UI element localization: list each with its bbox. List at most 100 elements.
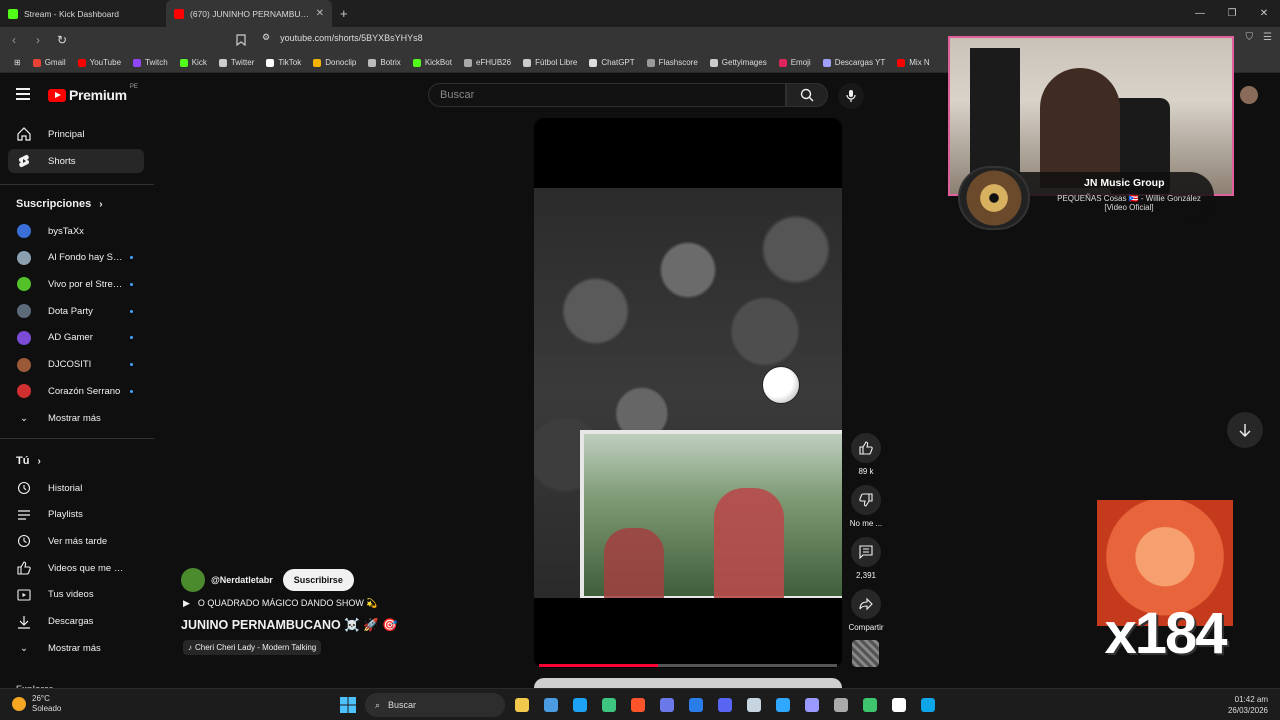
menu-icon[interactable]: ☰ xyxy=(1263,32,1272,43)
system-clock[interactable]: 01:42 am 26/03/2026 xyxy=(1228,694,1268,716)
sidebar-subscription-item[interactable]: Corazón Serrano xyxy=(8,379,144,403)
taskbar-app-icon[interactable] xyxy=(742,693,766,717)
minimize-icon[interactable]: — xyxy=(1184,0,1216,27)
close-tab-icon[interactable]: ✕ xyxy=(316,8,324,19)
weather-widget[interactable]: 26°C Soleado xyxy=(12,694,61,714)
music-chip[interactable]: ♪ Cheri Cheri Lady - Modern Talking xyxy=(183,640,322,655)
bookmark-emoji[interactable]: Emoji xyxy=(773,58,817,67)
channel-name[interactable]: @Nerdatletabr xyxy=(211,575,273,585)
shield-icon[interactable]: ⛉ xyxy=(1246,32,1254,43)
bookmark-kick[interactable]: Kick xyxy=(174,58,213,67)
sidebar-subscription-item[interactable]: AD Gamer xyxy=(8,326,144,350)
taskbar-app-icon[interactable] xyxy=(626,693,650,717)
chevron-right-icon: › xyxy=(99,198,103,210)
bookmark-botrix[interactable]: Botrix xyxy=(362,58,406,67)
site-settings-icon[interactable]: ⚙ xyxy=(262,32,270,43)
description-row[interactable]: ▶ O QUADRADO MÁGICO DANDO SHOW 💫 xyxy=(183,598,378,609)
show-more-subscriptions[interactable]: ⌄ Mostrar más xyxy=(8,406,144,430)
subscriptions-header[interactable]: Suscripciones › xyxy=(16,198,103,210)
taskbar-app-icon[interactable] xyxy=(887,693,911,717)
bookmark-gettyimages[interactable]: Gettyimages xyxy=(704,58,773,67)
search-input[interactable]: Buscar xyxy=(428,83,786,107)
like-button[interactable]: 89 k xyxy=(850,433,882,476)
reload-icon[interactable]: ↻ xyxy=(52,30,72,50)
taskbar-app-icon[interactable] xyxy=(655,693,679,717)
bookmark-label: eFHUB26 xyxy=(475,58,512,67)
you-header[interactable]: Tú › xyxy=(16,455,41,467)
bookmark-favicon-icon xyxy=(218,58,227,67)
short-video-player[interactable] xyxy=(534,118,842,668)
search-button[interactable] xyxy=(786,83,828,107)
comment-count: 2,391 xyxy=(855,571,877,580)
taskbar-app-icon[interactable] xyxy=(916,693,940,717)
sidebar-item-label: bysTaXx xyxy=(48,225,84,237)
new-tab-button[interactable]: + xyxy=(340,6,348,21)
comments-button[interactable]: 2,391 xyxy=(850,537,882,580)
channel-avatar xyxy=(16,303,32,319)
sidebar-subscription-item[interactable]: bysTaXx xyxy=(8,219,144,243)
taskbar-app-icon[interactable] xyxy=(829,693,853,717)
menu-hamburger-icon[interactable] xyxy=(16,88,30,103)
sidebar-item-playlists[interactable]: Playlists xyxy=(8,503,144,527)
channel-avatar[interactable] xyxy=(181,568,205,592)
bookmark-donoclip[interactable]: Donoclip xyxy=(307,58,362,67)
windows-start-icon[interactable] xyxy=(336,693,360,717)
sidebar-item-downloads[interactable]: Descargas xyxy=(8,610,144,634)
sidebar-item-your-videos[interactable]: Tus videos xyxy=(8,583,144,607)
bookmark-mix-n[interactable]: Mix N xyxy=(891,58,935,67)
bookmark-f-tbol-libre[interactable]: Fútbol Libre xyxy=(517,58,583,67)
sidebar-item-liked-videos[interactable]: Videos que me gus... xyxy=(8,556,144,580)
bookmark-twitter[interactable]: Twitter xyxy=(213,58,261,67)
taskbar-app-icon[interactable] xyxy=(771,693,795,717)
url-field[interactable]: ⚙ youtube.com/shorts/5BYXBsYHYs8 xyxy=(262,32,423,43)
taskbar-app-icon[interactable] xyxy=(800,693,824,717)
sidebar-subscription-item[interactable]: Dota Party xyxy=(8,299,144,323)
browser-tab-youtube[interactable]: (670) JUNINHO PERNAMBUCANO ✕ xyxy=(166,0,332,27)
bookmark-youtube[interactable]: YouTube xyxy=(72,58,127,67)
thumbs-down-icon xyxy=(851,485,881,515)
taskbar-app-icon[interactable] xyxy=(858,693,882,717)
taskbar-search[interactable]: ⌕ Buscar xyxy=(365,693,505,717)
taskbar-app-icon[interactable] xyxy=(510,693,534,717)
bookmark-descargas-yt[interactable]: Descargas YT xyxy=(817,58,892,67)
bookmark-label: Gettyimages xyxy=(721,58,767,67)
bookmark-efhub26[interactable]: eFHUB26 xyxy=(458,58,517,67)
sidebar-subscription-item[interactable]: Vivo por el Strea... xyxy=(8,272,144,296)
bookmark-flashscore[interactable]: Flashscore xyxy=(641,58,704,67)
share-button[interactable]: Compartir xyxy=(848,589,884,632)
bookmark-gmail[interactable]: Gmail xyxy=(27,58,72,67)
forward-icon[interactable]: › xyxy=(28,30,48,50)
bookmark-kickbot[interactable]: KickBot xyxy=(407,58,458,67)
sidebar-subscription-item[interactable]: Al Fondo hay Siti... xyxy=(8,246,144,270)
sidebar-item-watch-later[interactable]: Ver más tarde xyxy=(8,529,144,553)
taskbar-app-icon[interactable] xyxy=(713,693,737,717)
account-avatar[interactable] xyxy=(1240,86,1258,104)
sidebar-subscription-item[interactable]: DJCOSITI xyxy=(8,353,144,377)
bookmark-chatgpt[interactable]: ChatGPT xyxy=(583,58,640,67)
next-short-button[interactable] xyxy=(1227,412,1263,448)
taskbar-app-icon[interactable] xyxy=(597,693,621,717)
youtube-premium-logo[interactable]: Premium PE xyxy=(48,84,138,103)
sidebar-item-history[interactable]: Historial xyxy=(8,476,144,500)
sidebar-item-home[interactable]: Principal xyxy=(8,122,144,146)
close-window-icon[interactable]: ✕ xyxy=(1248,0,1280,27)
sound-thumbnail[interactable] xyxy=(852,640,879,667)
voice-search-button[interactable] xyxy=(838,83,864,109)
browser-tab-kick[interactable]: Stream - Kick Dashboard xyxy=(0,0,166,27)
apps-grid-icon[interactable]: ⊞ xyxy=(8,58,27,67)
maximize-icon[interactable]: ❐ xyxy=(1216,0,1248,27)
sidebar-item-shorts[interactable]: Shorts xyxy=(8,149,144,173)
video-progress-bar[interactable] xyxy=(539,664,837,667)
sidebar-item-label: Playlists xyxy=(48,509,83,521)
bookmark-favicon-icon xyxy=(523,58,532,67)
dislike-button[interactable]: No me ... xyxy=(850,485,882,528)
bookmark-icon[interactable] xyxy=(236,33,246,51)
bookmark-twitch[interactable]: Twitch xyxy=(127,58,174,67)
subscribe-button[interactable]: Suscribirse xyxy=(282,569,354,591)
back-icon[interactable]: ‹ xyxy=(4,30,24,50)
taskbar-app-icon[interactable] xyxy=(568,693,592,717)
bookmark-tiktok[interactable]: TikTok xyxy=(260,58,307,67)
show-more-you[interactable]: ⌄ Mostrar más xyxy=(8,636,144,660)
taskbar-app-icon[interactable] xyxy=(684,693,708,717)
taskbar-app-icon[interactable] xyxy=(539,693,563,717)
